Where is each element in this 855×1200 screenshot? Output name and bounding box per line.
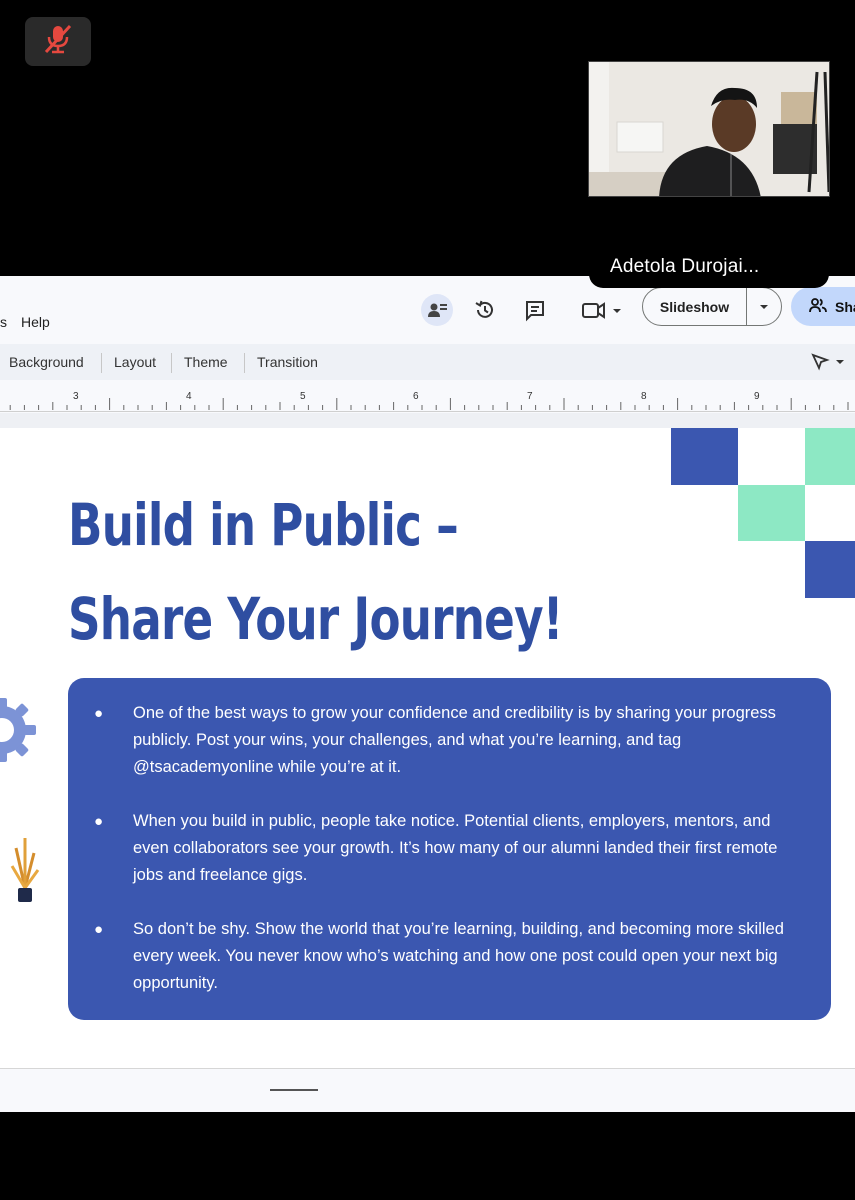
ruler-number: 7 [527,391,533,402]
toolbar-layout[interactable]: Layout [114,354,156,370]
list-item: ● When you build in public, people take … [94,808,807,889]
list-item-text: One of the best ways to grow your confid… [133,704,776,776]
bullet-dot-icon: ● [94,921,104,938]
chevron-down-icon [758,298,770,316]
list-item: ● One of the best ways to grow your conf… [94,700,807,781]
toolbar-transition[interactable]: Transition [257,354,318,370]
ruler-number: 8 [641,391,647,402]
microphone-muted-icon [40,23,76,60]
ruler-ticks [9,398,849,410]
version-history-icon[interactable] [469,294,501,326]
participant-name-label: Adetola Durojai... [589,246,829,288]
participant-video-feed [589,62,829,196]
present-to-chat-icon[interactable] [421,294,453,326]
decor-square [805,428,855,485]
participant-video[interactable] [588,61,830,197]
mute-button[interactable] [25,17,91,66]
toolbar-background[interactable]: Background [9,354,84,370]
ruler-number: 9 [754,391,760,402]
resize-handle[interactable] [270,1089,318,1091]
list-item: ● So don’t be shy. Show the world that y… [94,916,807,997]
list-item-text: When you build in public, people take no… [133,812,778,884]
decor-square [671,428,738,485]
ruler-number: 3 [73,391,79,402]
slide-title-line2: Share Your Journey! [68,585,563,653]
toolbar-divider [171,353,172,373]
slide-title-line1: Build in Public – [68,491,459,559]
people-icon [809,297,827,316]
decor-square [805,541,855,598]
list-item-text: So don’t be shy. Show the world that you… [133,920,784,992]
gear-icon [0,690,38,775]
toolbar-divider [244,353,245,373]
ruler-number: 5 [300,391,306,402]
plant-icon [8,828,42,913]
slides-toolbar: Background Layout Theme Transition [0,344,855,380]
slide-title: Build in Public – Share Your Journey! [68,478,563,666]
slideshow-button[interactable]: Slideshow [643,288,747,325]
ruler-number: 4 [186,391,192,402]
toolbar-theme[interactable]: Theme [184,354,228,370]
speaker-notes-bar [0,1068,855,1112]
ruler-number: 6 [413,391,419,402]
comment-icon[interactable] [519,294,551,326]
toolbar-divider [101,353,102,373]
share-label: Sha [835,298,855,315]
slideshow-dropdown[interactable] [747,298,781,316]
decor-square [738,485,805,541]
share-button[interactable]: Sha [791,287,855,326]
meeting-window: Adetola Durojai... s Help Slideshow Sh B… [0,0,855,1200]
select-pointer-icon[interactable] [810,352,850,377]
slide-content-card: ● One of the best ways to grow your conf… [68,678,831,1020]
horizontal-ruler: 3 4 5 6 7 8 9 [0,388,855,412]
video-camera-icon[interactable] [576,294,626,326]
menu-item-partial[interactable]: s [0,314,7,330]
bullet-dot-icon: ● [94,705,104,722]
slideshow-button-group: Slideshow [642,287,782,326]
slide[interactable]: Build in Public – Share Your Journey! ● … [0,428,855,1068]
bullet-dot-icon: ● [94,813,104,830]
menu-item-help[interactable]: Help [21,314,50,330]
shared-screen: s Help Slideshow Sh Background Layout Th… [0,276,855,1112]
